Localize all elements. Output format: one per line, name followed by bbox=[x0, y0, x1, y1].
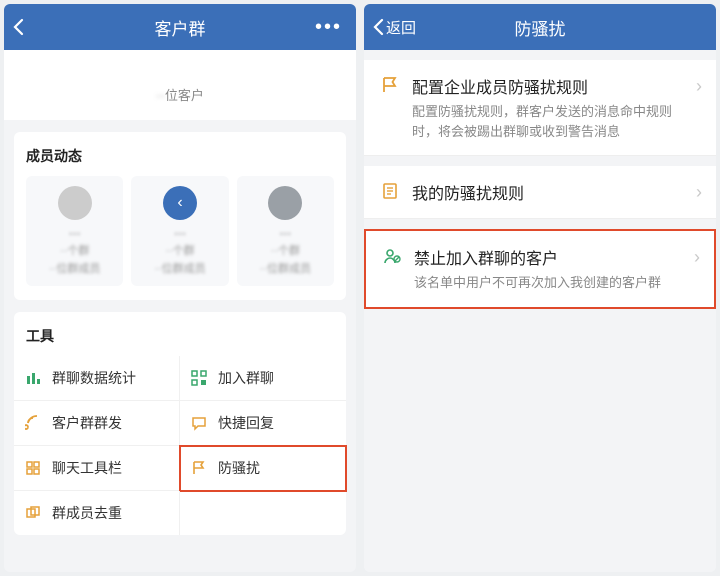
member-meta: ··位群成员 bbox=[137, 260, 222, 276]
header-right: 返回 防骚扰 bbox=[364, 4, 716, 50]
list-icon bbox=[378, 182, 402, 200]
member-name: ··· bbox=[32, 226, 117, 240]
tool-stats[interactable]: 群聊数据统计 bbox=[14, 356, 180, 401]
chevron-right-icon: › bbox=[696, 76, 702, 97]
member-meta: ··位群成员 bbox=[243, 260, 328, 276]
more-button[interactable]: ••• bbox=[315, 16, 342, 39]
back-label: 返回 bbox=[386, 17, 416, 38]
group-name bbox=[16, 60, 344, 81]
tool-broadcast[interactable]: 客户群群发 bbox=[14, 401, 180, 446]
setting-title: 我的防骚扰规则 bbox=[412, 180, 690, 204]
qr-icon bbox=[188, 370, 210, 386]
tool-label: 加入群聊 bbox=[218, 368, 274, 388]
avatar: ‹ bbox=[163, 186, 197, 220]
header-title-left: 客户群 bbox=[155, 15, 206, 40]
chevron-right-icon: › bbox=[694, 247, 700, 268]
chevron-left-icon bbox=[12, 18, 24, 36]
setting-my-rules[interactable]: 我的防骚扰规则 › bbox=[364, 166, 716, 219]
member-meta: ··个群 bbox=[243, 242, 328, 258]
user-block-icon bbox=[380, 247, 404, 265]
tool-label: 群聊数据统计 bbox=[52, 368, 136, 388]
member-name: ··· bbox=[243, 226, 328, 240]
header-left: 客户群 ••• bbox=[4, 4, 356, 50]
tool-label: 客户群群发 bbox=[52, 413, 122, 433]
broadcast-icon bbox=[22, 415, 44, 431]
back-button-left[interactable] bbox=[12, 18, 26, 36]
members-title: 成员动态 bbox=[26, 146, 334, 166]
back-button-right[interactable]: 返回 bbox=[372, 17, 416, 38]
setting-title: 配置企业成员防骚扰规则 bbox=[412, 74, 690, 98]
chart-icon bbox=[22, 370, 44, 386]
tool-anti-harass[interactable]: 防骚扰 bbox=[180, 446, 346, 491]
member-meta: ··位群成员 bbox=[32, 260, 117, 276]
avatar bbox=[268, 186, 302, 220]
tool-join[interactable]: 加入群聊 bbox=[180, 356, 346, 401]
member-item[interactable]: ‹ ··· ··个群 ··位群成员 bbox=[131, 176, 228, 286]
setting-desc: 配置防骚扰规则，群客户发送的消息命中规则时，将会被踢出群聊或收到警告消息 bbox=[412, 102, 690, 141]
tools-title: 工具 bbox=[14, 326, 346, 346]
tool-empty bbox=[180, 491, 346, 535]
phone-right: 返回 防骚扰 配置企业成员防骚扰规则 配置防骚扰规则，群客户发送的消息命中规则时… bbox=[364, 4, 716, 572]
members-card: 成员动态 ··· ··个群 ··位群成员 ‹ ··· ··个群 ··位群成员 ·… bbox=[14, 132, 346, 300]
tool-dedupe[interactable]: 群成员去重 bbox=[14, 491, 180, 535]
chevron-left-icon bbox=[372, 18, 384, 36]
group-info-card: ··位客户 bbox=[4, 50, 356, 120]
tool-toolbar[interactable]: 聊天工具栏 bbox=[14, 446, 180, 491]
avatar bbox=[58, 186, 92, 220]
flag-icon bbox=[378, 76, 402, 94]
tool-label: 聊天工具栏 bbox=[52, 458, 122, 478]
tools-card: 工具 群聊数据统计 加入群聊 客户群群发 快捷回复 bbox=[14, 312, 346, 535]
group-customer-count: ··位客户 bbox=[16, 85, 344, 104]
chat-icon bbox=[188, 415, 210, 431]
chevron-right-icon: › bbox=[696, 182, 702, 203]
tool-label: 快捷回复 bbox=[218, 413, 274, 433]
tool-quick-reply[interactable]: 快捷回复 bbox=[180, 401, 346, 446]
setting-cfg-rules[interactable]: 配置企业成员防骚扰规则 配置防骚扰规则，群客户发送的消息命中规则时，将会被踢出群… bbox=[364, 60, 716, 156]
member-item[interactable]: ··· ··个群 ··位群成员 bbox=[237, 176, 334, 286]
setting-title: 禁止加入群聊的客户 bbox=[414, 245, 688, 269]
header-title-right: 防骚扰 bbox=[515, 15, 566, 40]
member-meta: ··个群 bbox=[137, 242, 222, 258]
dedupe-icon bbox=[22, 505, 44, 521]
setting-desc: 该名单中用户不可再次加入我创建的客户群 bbox=[414, 273, 688, 293]
member-name: ··· bbox=[137, 226, 222, 240]
member-item[interactable]: ··· ··个群 ··位群成员 bbox=[26, 176, 123, 286]
grid-icon bbox=[22, 460, 44, 476]
member-meta: ··个群 bbox=[32, 242, 117, 258]
tool-label: 防骚扰 bbox=[218, 458, 260, 478]
setting-blocked[interactable]: 禁止加入群聊的客户 该名单中用户不可再次加入我创建的客户群 › bbox=[364, 229, 716, 309]
flag-icon bbox=[188, 460, 210, 476]
tools-grid: 群聊数据统计 加入群聊 客户群群发 快捷回复 聊天工具栏 bbox=[14, 356, 346, 535]
phone-left: 客户群 ••• ··位客户 成员动态 ··· ··个群 ··位群成员 ‹ ·· bbox=[4, 4, 356, 572]
tool-label: 群成员去重 bbox=[52, 503, 122, 523]
